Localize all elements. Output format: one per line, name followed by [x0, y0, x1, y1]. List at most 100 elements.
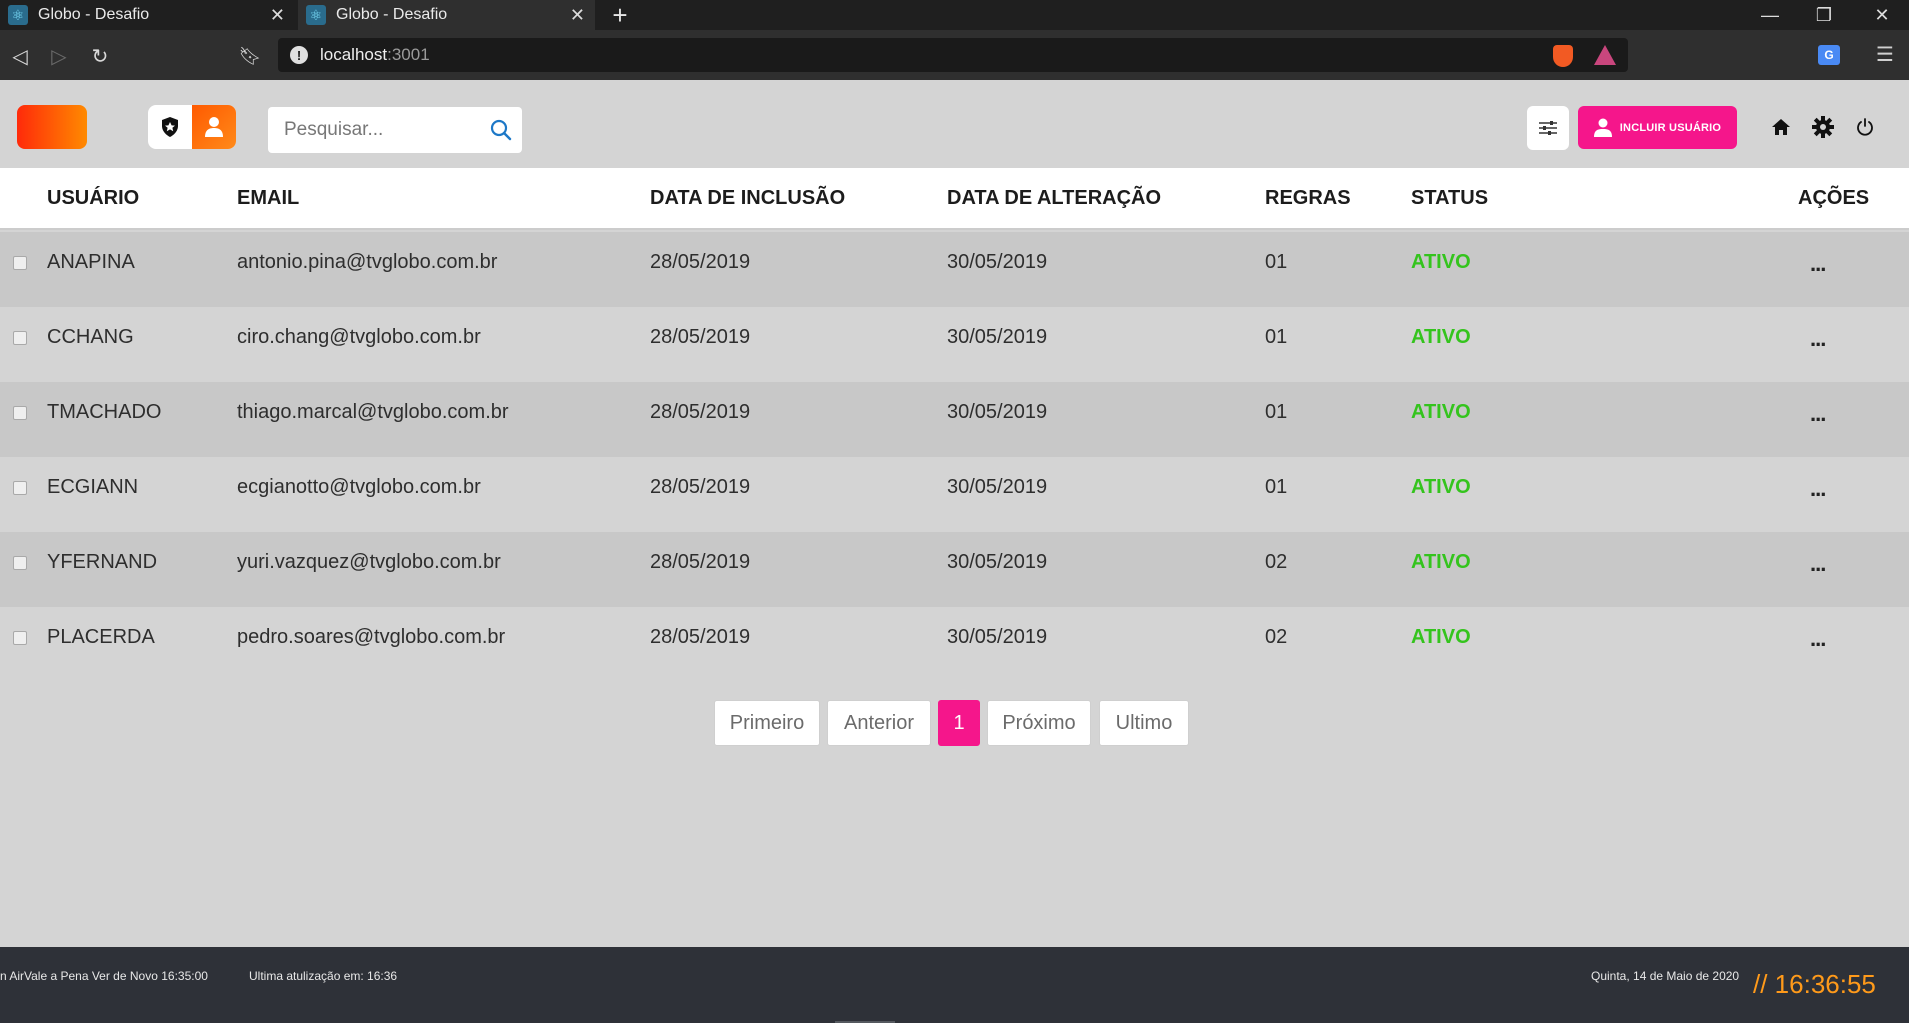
table-row[interactable]: ECGIANN ecgianotto@tvglobo.com.br 28/05/… [0, 457, 1909, 532]
cell-email: yuri.vazquez@tvglobo.com.br [237, 551, 501, 573]
search-input[interactable] [268, 107, 478, 153]
minimize-icon[interactable]: — [1748, 0, 1792, 30]
include-user-label: INCLUIR USUÁRIO [1619, 121, 1722, 134]
search-icon[interactable] [490, 119, 512, 141]
pagination-last[interactable]: Ultimo [1099, 700, 1189, 746]
row-actions-button[interactable]: ... [1810, 402, 1830, 426]
info-icon[interactable]: ! [290, 46, 308, 64]
cell-created: 28/05/2019 [650, 476, 751, 498]
table-row[interactable]: CCHANG ciro.chang@tvglobo.com.br 28/05/2… [0, 307, 1909, 382]
pagination-next[interactable]: Próximo [987, 700, 1091, 746]
cell-modified: 30/05/2019 [947, 476, 1048, 498]
cell-email: antonio.pina@tvglobo.com.br [237, 251, 498, 273]
reload-icon[interactable]: ↻ [86, 42, 114, 70]
status-badge: ATIVO [1411, 251, 1471, 273]
cell-user: TMACHADO [47, 401, 162, 423]
row-checkbox[interactable] [13, 556, 27, 570]
include-user-button[interactable]: INCLUIR USUÁRIO [1578, 106, 1737, 149]
user-icon [1593, 118, 1612, 137]
maximize-icon[interactable]: ❐ [1802, 0, 1846, 30]
shield-icon[interactable] [148, 105, 192, 149]
row-actions-button[interactable]: ... [1810, 477, 1830, 501]
cell-modified: 30/05/2019 [947, 251, 1048, 273]
cell-modified: 30/05/2019 [947, 326, 1048, 348]
app-header: INCLUIR USUÁRIO [0, 80, 1909, 168]
cell-user: CCHANG [47, 326, 134, 348]
module-switcher [148, 105, 236, 149]
table-row[interactable]: ANAPINA antonio.pina@tvglobo.com.br 28/0… [0, 232, 1909, 307]
gear-icon[interactable] [1811, 115, 1835, 139]
bookmark-icon[interactable]: 🔖︎ [236, 42, 264, 70]
status-badge: ATIVO [1411, 476, 1471, 498]
react-icon: ⚛ [8, 5, 28, 25]
row-checkbox[interactable] [13, 481, 27, 495]
close-icon[interactable]: ✕ [570, 5, 585, 26]
user-icon[interactable] [192, 105, 236, 149]
cell-email: ciro.chang@tvglobo.com.br [237, 326, 481, 348]
row-actions-button[interactable]: ... [1810, 627, 1830, 651]
status-badge: ATIVO [1411, 326, 1471, 348]
back-icon[interactable]: ◁ [6, 42, 34, 70]
row-checkbox[interactable] [13, 331, 27, 345]
column-header-created[interactable]: DATA DE INCLUSÃO [650, 168, 845, 228]
cell-user: ANAPINA [47, 251, 135, 273]
status-badge: ATIVO [1411, 551, 1471, 573]
cell-user: PLACERDA [47, 626, 155, 648]
column-header-status[interactable]: STATUS [1411, 168, 1488, 228]
cell-email: thiago.marcal@tvglobo.com.br [237, 401, 509, 423]
table-row[interactable]: YFERNAND yuri.vazquez@tvglobo.com.br 28/… [0, 532, 1909, 607]
status-badge: ATIVO [1411, 401, 1471, 423]
pagination-first[interactable]: Primeiro [714, 700, 820, 746]
row-checkbox[interactable] [13, 256, 27, 270]
browser-tab[interactable]: ⚛ Globo - Desafio ✕ [0, 0, 295, 30]
browser-toolbar: ◁ ▷ ↻ 🔖︎ ! localhost:3001 G ☰ [0, 30, 1909, 80]
row-actions-button[interactable]: ... [1810, 252, 1830, 276]
row-actions-button[interactable]: ... [1810, 552, 1830, 576]
status-badge: ATIVO [1411, 626, 1471, 648]
brave-rewards-icon[interactable] [1594, 45, 1616, 65]
browser-tab-active[interactable]: ⚛ Globo - Desafio ✕ [298, 0, 595, 30]
close-icon[interactable]: ✕ [270, 5, 285, 26]
cell-created: 28/05/2019 [650, 326, 751, 348]
table-row[interactable]: TMACHADO thiago.marcal@tvglobo.com.br 28… [0, 382, 1909, 457]
url-host: localhost [320, 45, 388, 64]
row-checkbox[interactable] [13, 406, 27, 420]
cell-modified: 30/05/2019 [947, 626, 1048, 648]
app-logo[interactable] [17, 105, 87, 149]
browser-menu-icon[interactable]: ☰ [1876, 42, 1894, 67]
new-tab-button[interactable]: + [605, 0, 635, 30]
cell-email: pedro.soares@tvglobo.com.br [237, 626, 506, 648]
brave-shield-icon[interactable] [1553, 45, 1573, 67]
column-header-email[interactable]: EMAIL [237, 168, 299, 228]
cell-user: YFERNAND [47, 551, 158, 573]
cell-created: 28/05/2019 [650, 626, 751, 648]
address-bar[interactable]: ! localhost:3001 [278, 38, 1628, 72]
power-icon[interactable] [1853, 115, 1877, 139]
footer-clock: // 16:36:55 [1753, 969, 1876, 999]
sliders-icon [1539, 121, 1557, 135]
browser-tab-bar: ⚛ Globo - Desafio ✕ ⚛ Globo - Desafio ✕ … [0, 0, 1909, 30]
cell-created: 28/05/2019 [650, 401, 751, 423]
pagination-current-page[interactable]: 1 [938, 700, 980, 746]
window-close-icon[interactable]: ✕ [1860, 0, 1904, 30]
home-icon[interactable] [1769, 115, 1793, 139]
cell-rules: 01 [1265, 401, 1288, 423]
cell-modified: 30/05/2019 [947, 551, 1048, 573]
translate-icon[interactable]: G [1818, 45, 1840, 65]
pagination-prev[interactable]: Anterior [827, 700, 931, 746]
search-box [268, 107, 522, 153]
forward-icon[interactable]: ▷ [45, 42, 73, 70]
cell-rules: 02 [1265, 626, 1288, 648]
cell-rules: 01 [1265, 251, 1288, 273]
footer-ticker: n AirVale a Pena Ver de Novo 16:35:00 [0, 969, 208, 983]
column-header-rules[interactable]: REGRAS [1265, 168, 1351, 228]
row-actions-button[interactable]: ... [1810, 327, 1830, 351]
filter-button[interactable] [1527, 106, 1569, 150]
column-header-modified[interactable]: DATA DE ALTERAÇÃO [947, 168, 1161, 228]
table-row[interactable]: PLACERDA pedro.soares@tvglobo.com.br 28/… [0, 607, 1909, 682]
row-checkbox[interactable] [13, 631, 27, 645]
cell-rules: 02 [1265, 551, 1288, 573]
tab-title: Globo - Desafio [38, 6, 150, 23]
column-header-user[interactable]: USUÁRIO [47, 168, 139, 228]
cell-rules: 01 [1265, 326, 1288, 348]
